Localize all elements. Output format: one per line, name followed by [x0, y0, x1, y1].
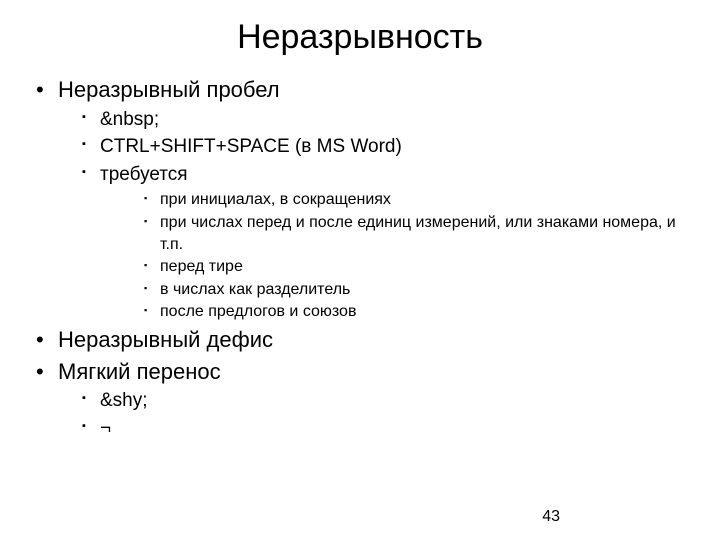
- list-item-label: CTRL+SHIFT+SPACE (в MS Word): [100, 136, 402, 157]
- page-number: 43: [542, 508, 560, 526]
- list-item-label: перед тире: [160, 258, 243, 275]
- list-item-label: &nbsp;: [100, 109, 159, 130]
- list-item-label: Мягкий перенос: [58, 359, 221, 384]
- list-item: при числах перед и после единиц измерени…: [100, 212, 690, 255]
- list-item: после предлогов и союзов: [100, 301, 690, 323]
- list-item-label: требуется: [100, 164, 188, 185]
- list-item: требуется при инициалах, в сокращениях п…: [58, 162, 690, 323]
- list-item-label: Неразрывный дефис: [58, 327, 273, 352]
- bullet-list: Неразрывный пробел &nbsp; CTRL+SHIFT+SPA…: [30, 75, 690, 443]
- list-item-label: &shy;: [100, 390, 148, 411]
- list-item-label: при числах перед и после единиц измерени…: [160, 214, 676, 253]
- list-item: Неразрывный пробел &nbsp; CTRL+SHIFT+SPA…: [30, 75, 690, 323]
- list-item-label: в числах как разделитель: [160, 281, 350, 298]
- list-item: в числах как разделитель: [100, 279, 690, 301]
- list-item: при инициалах, в сокращениях: [100, 189, 690, 211]
- list-item: &nbsp;: [58, 107, 690, 134]
- list-item-label: после предлогов и союзов: [160, 303, 356, 320]
- list-item-label: Неразрывный пробел: [58, 77, 280, 102]
- slide-title: Неразрывность: [30, 18, 690, 57]
- list-item: ¬: [58, 416, 690, 443]
- list-item: Мягкий перенос &shy; ¬: [30, 357, 690, 443]
- list-item: CTRL+SHIFT+SPACE (в MS Word): [58, 134, 690, 161]
- list-item-label: при инициалах, в сокращениях: [160, 191, 391, 208]
- list-item-label: ¬: [100, 418, 111, 439]
- list-item: &shy;: [58, 388, 690, 415]
- list-item: перед тире: [100, 256, 690, 278]
- list-item: Неразрывный дефис: [30, 325, 690, 355]
